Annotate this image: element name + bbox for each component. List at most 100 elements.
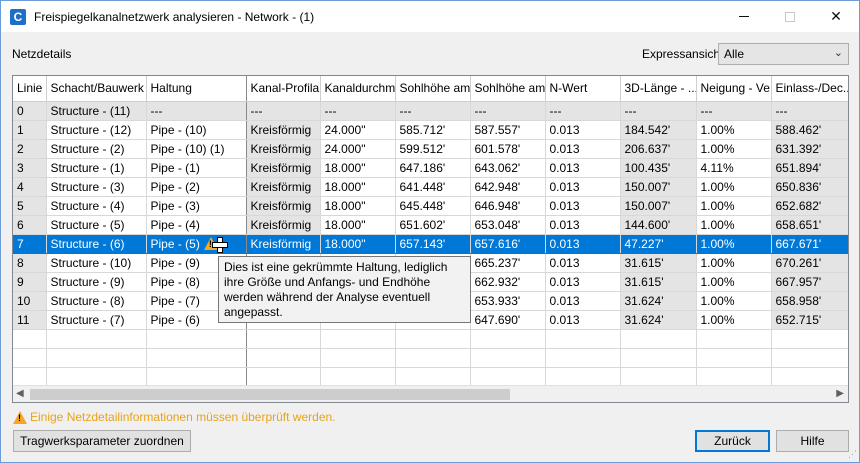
table-cell[interactable]: 631.392': [771, 139, 848, 159]
table-cell[interactable]: 1.00%: [696, 177, 772, 197]
table-cell[interactable]: Pipe - (1): [146, 158, 247, 178]
table-cell[interactable]: ---: [545, 101, 621, 121]
column-header[interactable]: Linie: [13, 76, 47, 102]
table-cell[interactable]: ---: [246, 101, 321, 121]
table-cell[interactable]: 11: [13, 310, 47, 330]
table-cell[interactable]: 18.000": [320, 158, 396, 178]
table-row[interactable]: 5 Structure - (4) Pipe - (3) Kreisförmig 18.…: [13, 196, 848, 216]
table-cell[interactable]: 5: [13, 196, 47, 216]
table-cell[interactable]: Pipe - (3): [146, 196, 247, 216]
table-cell[interactable]: 6: [13, 215, 47, 235]
table-cell[interactable]: Kreisförmig: [246, 215, 321, 235]
table-row[interactable]: 6 Structure - (5) Pipe - (4) Kreisförmig 18.…: [13, 215, 848, 235]
table-row[interactable]: 2 Structure - (2) Pipe - (10) (1) Kreisförm…: [13, 139, 848, 159]
table-cell[interactable]: 0.013: [545, 291, 621, 311]
table-cell[interactable]: 18.000": [320, 234, 396, 254]
table-cell[interactable]: 601.578': [470, 139, 546, 159]
table-cell[interactable]: 650.836': [771, 177, 848, 197]
table-cell[interactable]: Kreisförmig: [246, 139, 321, 159]
table-cell[interactable]: 3: [13, 158, 47, 178]
table-row[interactable]: 0 Structure - (11) --- --- --- --- --- --- --- --…: [13, 101, 848, 121]
table-cell[interactable]: 1.00%: [696, 139, 772, 159]
table-cell[interactable]: 0.013: [545, 253, 621, 273]
table-cell[interactable]: Structure - (7): [46, 310, 147, 330]
table-cell[interactable]: Kreisförmig: [246, 177, 321, 197]
table-cell[interactable]: Structure - (3): [46, 177, 147, 197]
table-cell[interactable]: 645.448': [395, 196, 471, 216]
table-cell[interactable]: 8: [13, 253, 47, 273]
table-cell[interactable]: 1.00%: [696, 215, 772, 235]
horizontal-scrollbar[interactable]: ◀ ▶: [13, 385, 848, 402]
table-cell[interactable]: 641.448': [395, 177, 471, 197]
column-header[interactable]: Kanal-Profilart: [246, 76, 321, 102]
table-cell[interactable]: Kreisförmig: [246, 196, 321, 216]
table-cell[interactable]: 588.462': [771, 120, 848, 140]
table-cell[interactable]: 31.615': [620, 272, 697, 292]
table-cell[interactable]: Structure - (6): [46, 234, 147, 254]
table-row[interactable]: 7 Structure - (6) Pipe - (5) Kreisförmig 18.…: [13, 234, 848, 254]
table-cell[interactable]: 31.615': [620, 253, 697, 273]
table-cell[interactable]: 652.715': [771, 310, 848, 330]
table-cell[interactable]: 670.261': [771, 253, 848, 273]
table-cell[interactable]: Kreisförmig: [246, 120, 321, 140]
table-cell[interactable]: ---: [320, 101, 396, 121]
table-cell[interactable]: 0.013: [545, 177, 621, 197]
table-cell[interactable]: 4.11%: [696, 158, 772, 178]
table-cell[interactable]: 0.013: [545, 158, 621, 178]
expressansicht-select[interactable]: Alle ⌄: [718, 43, 849, 65]
table-cell[interactable]: 10: [13, 291, 47, 311]
table-cell[interactable]: Structure - (2): [46, 139, 147, 159]
table-cell[interactable]: 1: [13, 120, 47, 140]
table-cell[interactable]: 4: [13, 177, 47, 197]
table-cell[interactable]: Structure - (4): [46, 196, 147, 216]
table-cell[interactable]: Structure - (5): [46, 215, 147, 235]
network-details-grid[interactable]: Linie Schacht/Bauwerk Haltung Kanal-Profila…: [12, 75, 849, 403]
table-cell[interactable]: 658.651': [771, 215, 848, 235]
table-cell[interactable]: 100.435': [620, 158, 697, 178]
table-cell[interactable]: 642.948': [470, 177, 546, 197]
table-cell[interactable]: 0.013: [545, 234, 621, 254]
scroll-right-icon[interactable]: ▶: [836, 388, 844, 399]
table-cell[interactable]: Structure - (11): [46, 101, 147, 121]
table-cell[interactable]: Structure - (10): [46, 253, 147, 273]
assign-parameters-button[interactable]: Tragwerksparameter zuordnen: [13, 430, 191, 452]
table-cell[interactable]: 0.013: [545, 196, 621, 216]
table-cell[interactable]: 206.637': [620, 139, 697, 159]
column-header[interactable]: Sohlhöhe am...: [395, 76, 471, 102]
table-cell[interactable]: 647.186': [395, 158, 471, 178]
table-cell[interactable]: ---: [771, 101, 848, 121]
table-cell[interactable]: ---: [146, 101, 247, 121]
table-cell[interactable]: 667.957': [771, 272, 848, 292]
table-cell[interactable]: 662.932': [470, 272, 546, 292]
table-cell[interactable]: 150.007': [620, 177, 697, 197]
table-cell[interactable]: 0: [13, 101, 47, 121]
table-cell[interactable]: 653.048': [470, 215, 546, 235]
column-header[interactable]: Sohlhöhe am...: [470, 76, 546, 102]
table-cell[interactable]: 643.062': [470, 158, 546, 178]
table-cell[interactable]: 0.013: [545, 139, 621, 159]
table-cell[interactable]: 667.671': [771, 234, 848, 254]
table-cell[interactable]: 18.000": [320, 177, 396, 197]
table-cell[interactable]: Kreisförmig: [246, 158, 321, 178]
table-cell[interactable]: 587.557': [470, 120, 546, 140]
table-cell[interactable]: Structure - (9): [46, 272, 147, 292]
table-cell[interactable]: 651.894': [771, 158, 848, 178]
table-cell[interactable]: 653.933': [470, 291, 546, 311]
close-button[interactable]: ✕: [813, 1, 859, 32]
table-cell[interactable]: 585.712': [395, 120, 471, 140]
table-cell[interactable]: 1.00%: [696, 253, 772, 273]
table-cell[interactable]: Pipe - (5): [146, 234, 247, 254]
table-cell[interactable]: 7: [13, 234, 47, 254]
scroll-thumb[interactable]: [30, 389, 510, 400]
table-cell[interactable]: 0.013: [545, 310, 621, 330]
back-button[interactable]: Zurück: [695, 430, 770, 452]
table-cell[interactable]: 2: [13, 139, 47, 159]
table-cell[interactable]: 24.000": [320, 139, 396, 159]
table-cell[interactable]: Pipe - (2): [146, 177, 247, 197]
table-cell[interactable]: Structure - (12): [46, 120, 147, 140]
minimize-button[interactable]: [721, 1, 767, 32]
column-header[interactable]: Kanaldurchm...: [320, 76, 396, 102]
table-row[interactable]: 1 Structure - (12) Pipe - (10) Kreisförmig 2…: [13, 120, 848, 140]
table-cell[interactable]: 144.600': [620, 215, 697, 235]
table-cell[interactable]: 31.624': [620, 291, 697, 311]
